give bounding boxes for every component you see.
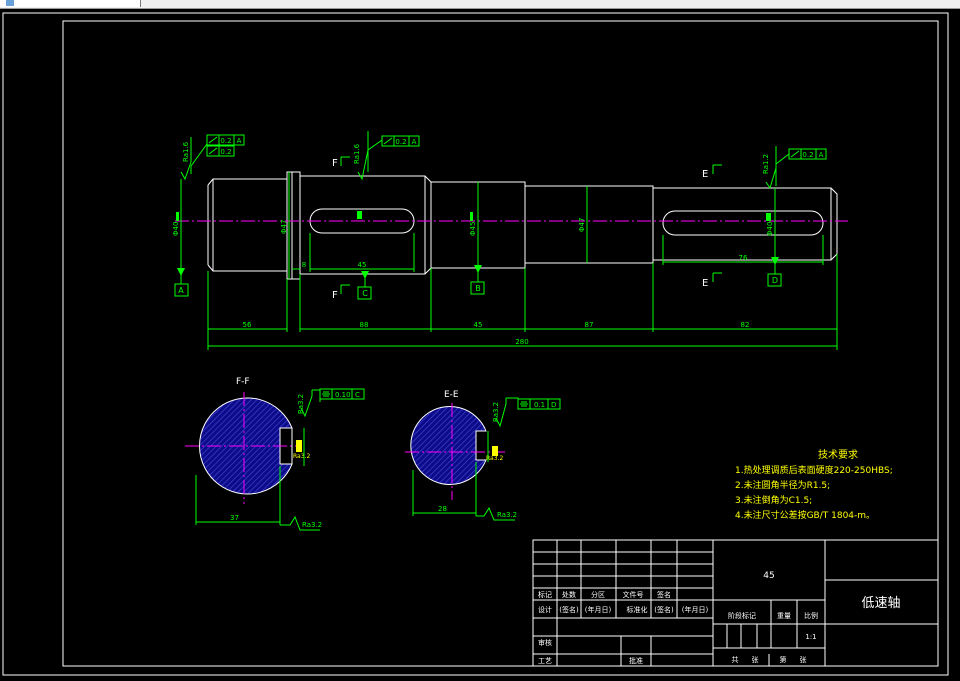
tb-design: 设计 <box>538 605 552 614</box>
tb-header-file: 文件号 <box>623 590 644 599</box>
tb-approve: 批准 <box>629 656 643 665</box>
cut-label-e-bottom: E <box>702 278 708 289</box>
tol-2-value: 0.2 <box>220 148 231 156</box>
tb-ratio: 比例 <box>804 611 818 620</box>
dim-gap: 8 <box>302 261 306 269</box>
datum-b-mark <box>470 212 473 221</box>
tb-header-sign: 签名 <box>657 590 671 599</box>
ra-s1: Ra1.6 <box>182 141 190 162</box>
sec-ff-ra: Ra3.2 <box>297 394 305 414</box>
cut-label-f-top: F <box>332 158 338 169</box>
diameter-d3: Φ45 <box>469 222 477 236</box>
tb-page: 第 <box>780 655 787 664</box>
tb-weight: 重量 <box>777 612 791 620</box>
diameter-d5: Φ40 <box>766 222 774 236</box>
tb-craft: 工艺 <box>538 657 552 665</box>
tb-signature: (签名) <box>559 605 579 614</box>
tb-signature2: (签名) <box>654 605 674 614</box>
tol-3-value: 0.2 <box>395 138 406 146</box>
cut-label-e-top: E <box>702 169 708 180</box>
requirement-3: 3.未注倒角为C1.5; <box>735 494 812 506</box>
dim-seg1: 56 <box>243 321 252 329</box>
datum-a-mark <box>176 212 179 221</box>
sec-ee-depth: 28 <box>438 505 447 513</box>
dim-seg3: 45 <box>474 321 483 329</box>
tol-3-datum: A <box>412 138 417 146</box>
tb-header-zone: 分区 <box>591 590 605 599</box>
dim-seg4: 87 <box>585 321 594 329</box>
tb-header-count: 处数 <box>562 590 576 599</box>
document-tab[interactable] <box>0 0 141 7</box>
tb-review: 审核 <box>538 638 552 647</box>
section-ff: Ra3.2 F-F 37 Ra3.2 0.10 C Ra3.2 <box>185 377 365 531</box>
outer-border <box>2 12 949 676</box>
requirement-1: 1.热处理调质后表面硬度220-250HBS; <box>735 464 893 476</box>
tol-1-value: 0.2 <box>220 137 231 145</box>
svg-text:Ra3.2: Ra3.2 <box>486 455 503 462</box>
datum-a: A <box>178 286 184 295</box>
tol-1-datum: A <box>237 137 242 145</box>
sym-ee-datum: D <box>551 401 556 409</box>
tb-sheet2: 张 <box>800 655 807 664</box>
svg-text:Ra3.2: Ra3.2 <box>293 453 310 460</box>
tb-standard: 标准化 <box>627 605 648 614</box>
section-ff-title: F-F <box>236 377 250 387</box>
datum-b: B <box>475 284 481 293</box>
sec-ee-ra: Ra3.2 <box>492 402 500 422</box>
datum-c: C <box>362 289 368 298</box>
sym-ee-value: 0.1 <box>534 401 545 409</box>
inner-border <box>62 20 939 667</box>
requirements-title: 技术要求 <box>818 448 858 461</box>
sym-ff-value: 0.10 <box>335 391 351 399</box>
diameter-d4: Φ47 <box>578 218 586 232</box>
tb-scale: 1:1 <box>805 633 816 641</box>
bot-ff-ra: Ra3.2 <box>302 521 322 529</box>
requirement-4: 4.未注尺寸公差按GB/T 1804-m。 <box>735 509 875 521</box>
sym-ff-datum: C <box>355 391 360 399</box>
tb-date2: (年月日) <box>682 605 709 614</box>
dim-seg2: 88 <box>360 321 369 329</box>
window-toolbar <box>0 0 960 9</box>
dim-seg5: 82 <box>741 321 750 329</box>
tb-material: 45 <box>763 571 774 581</box>
section-ee: Ra3.2 E-E 28 Ra3.2 0.1 D Ra3.2 <box>405 390 561 521</box>
cad-drawing: Φ40 Φ47 Φ45 Φ47 Φ40 56 88 45 87 82 280 4… <box>2 12 949 676</box>
keyway-mark-1 <box>357 211 362 219</box>
sec-ff-depth: 37 <box>230 514 239 522</box>
keyway-2 <box>662 210 824 236</box>
requirement-2: 2.未注圆角半径为R1.5; <box>735 479 830 491</box>
tol-4-value: 0.2 <box>802 151 813 159</box>
document-icon <box>6 0 14 6</box>
tb-stage: 阶段标记 <box>728 611 756 620</box>
ra-s3: Ra1.2 <box>762 154 770 174</box>
tb-total: 共 <box>732 655 739 664</box>
tb-header-mark: 标记 <box>538 590 552 599</box>
dim-total: 280 <box>515 338 528 346</box>
technical-requirements: 技术要求 1.热处理调质后表面硬度220-250HBS; 2.未注圆角半径为R1… <box>735 448 893 521</box>
ra-s2: Ra1.6 <box>353 143 361 164</box>
dim-keyway1: 45 <box>358 261 367 269</box>
cut-label-f-bottom: F <box>332 290 338 301</box>
tb-sheets: 张 <box>752 655 759 664</box>
bot-ee-ra: Ra3.2 <box>497 511 517 519</box>
dim-keyway2: 76 <box>739 254 748 262</box>
datum-d: D <box>772 276 778 285</box>
tb-part-name: 低速轴 <box>861 596 900 611</box>
keyway-mark-2 <box>766 213 771 221</box>
tol-4-datum: A <box>819 151 824 159</box>
tb-date: (年月日) <box>585 605 612 614</box>
section-ee-title: E-E <box>444 390 459 400</box>
diameter-d2: Φ47 <box>280 220 288 234</box>
diameter-d1: Φ40 <box>172 222 180 236</box>
